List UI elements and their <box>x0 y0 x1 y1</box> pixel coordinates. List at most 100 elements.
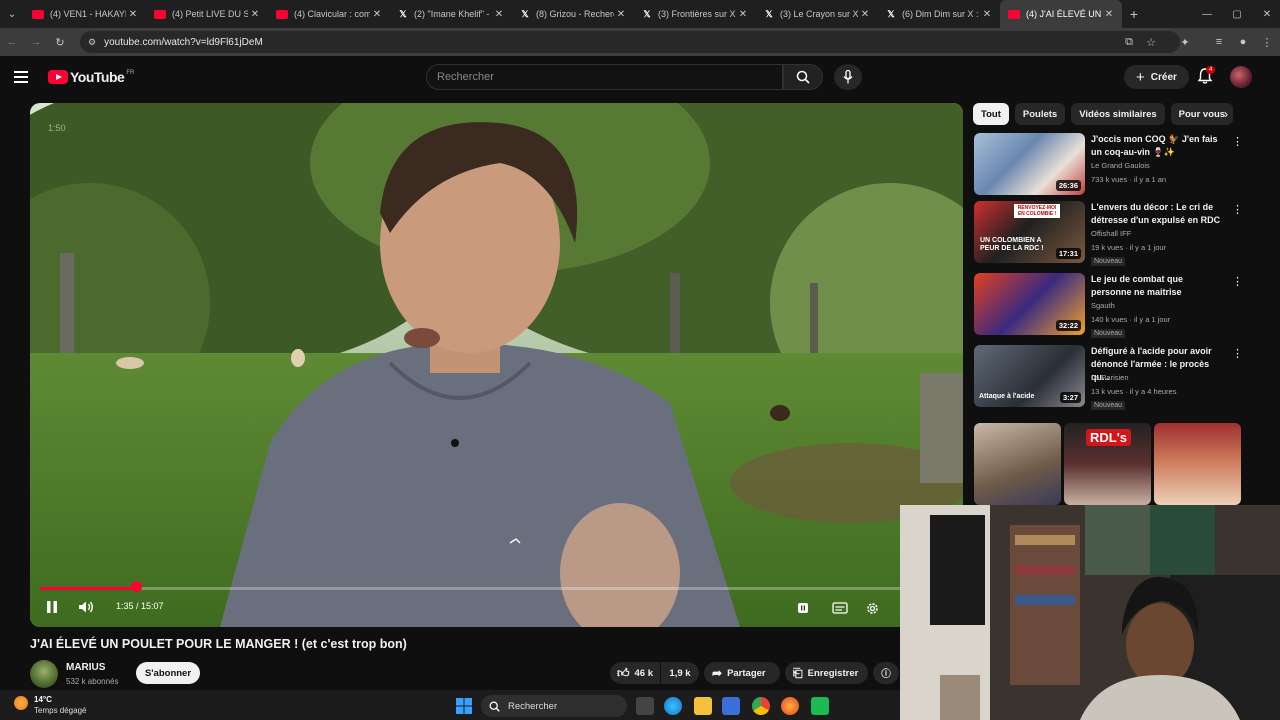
store-icon[interactable] <box>722 697 740 715</box>
video-thumbnail[interactable]: RENVOYEZ-MOI EN COLOMBIE ! UN COLOMBIEN A… <box>974 201 1085 263</box>
recommended-channel[interactable]: Offishall IFF <box>1091 229 1131 238</box>
like-button[interactable]: 👍︎ 46 k <box>610 662 660 684</box>
taskbar-search[interactable]: Rechercher <box>481 695 627 717</box>
browser-tab[interactable]: (4) J'AI ÉLEVÉ UN ✕ <box>1000 0 1122 28</box>
short-thumbnail[interactable] <box>1154 423 1241 505</box>
recommended-title[interactable]: Le jeu de combat que personne ne maitris… <box>1091 273 1223 299</box>
windows-start-icon[interactable] <box>455 697 473 715</box>
video-thumbnail[interactable]: 26:36 <box>974 133 1085 195</box>
channel-subscriber-count: 532 k abonnés <box>66 677 119 686</box>
tab-close-icon[interactable]: ✕ <box>614 9 628 20</box>
install-app-icon[interactable]: ⧉ <box>1118 28 1140 56</box>
media-controls-icon[interactable]: ≡ <box>1208 28 1230 56</box>
short-thumbnail[interactable] <box>974 423 1061 505</box>
extensions-icon[interactable]: ✦ <box>1174 28 1196 56</box>
autoplay-toggle[interactable] <box>794 599 812 617</box>
minimize-button[interactable]: — <box>1192 0 1222 28</box>
browser-tab[interactable]: 𝕏 (2) "Imane Khelif" - Re✕ <box>390 0 512 28</box>
browser-tab[interactable]: 𝕏 (3) Frontières sur X : ✕ <box>634 0 756 28</box>
firefox-icon[interactable] <box>781 697 799 715</box>
more-actions-button[interactable]: ⓘ <box>873 662 899 684</box>
webcam-frame <box>900 505 1280 720</box>
dislike-button[interactable]: 1,9 k <box>661 662 699 684</box>
subtitles-button[interactable] <box>830 599 850 617</box>
weather-sun-icon[interactable] <box>14 696 28 710</box>
recommended-video[interactable]: RENVOYEZ-MOI EN COLOMBIE ! UN COLOMBIEN A… <box>974 201 1244 267</box>
site-info-icon[interactable]: ⚙ <box>88 37 96 48</box>
edge-browser-icon[interactable] <box>664 697 682 715</box>
tab-close-icon[interactable]: ✕ <box>858 9 872 20</box>
browser-tab[interactable]: 𝕏 (8) Grizou - Recherche✕ <box>512 0 634 28</box>
tab-close-icon[interactable]: ✕ <box>492 9 506 20</box>
recommended-video[interactable]: 32:22 Le jeu de combat que personne ne ma… <box>974 273 1244 339</box>
more-options-icon[interactable]: ⋮ <box>1232 275 1243 288</box>
recommended-channel[interactable]: Le Grand Gaulois <box>1091 161 1150 170</box>
create-button[interactable]: + Créer <box>1124 65 1189 89</box>
browser-tab[interactable]: (4) Petit LIVE DU SOIR✕ <box>146 0 268 28</box>
thanks-icon: ⓘ <box>881 669 891 680</box>
file-explorer-icon[interactable] <box>694 697 712 715</box>
filter-chip[interactable]: Tout <box>973 103 1009 125</box>
short-thumbnail[interactable]: RDL's <box>1064 423 1151 505</box>
filter-chip[interactable]: Poulets <box>1014 103 1066 125</box>
address-bar[interactable]: ⚙ youtube.com/watch?v=ld9Fl61jDeM <box>80 31 1180 53</box>
tab-close-icon[interactable]: ✕ <box>980 9 994 20</box>
task-view-icon[interactable] <box>636 697 654 715</box>
profile-icon[interactable]: ● <box>1232 28 1254 56</box>
close-window-button[interactable]: ✕ <box>1252 0 1280 28</box>
forward-button[interactable]: → <box>24 28 48 56</box>
subscribe-button[interactable]: S'abonner <box>136 662 200 684</box>
recommended-video[interactable]: 26:36 J'occis mon COQ 🐓 J'en fais un coq-… <box>974 133 1244 199</box>
channel-name[interactable]: MARIUS <box>66 662 105 673</box>
video-frame <box>30 103 963 627</box>
tab-close-icon[interactable]: ✕ <box>736 9 750 20</box>
tab-search-button[interactable]: ⌄ <box>0 0 24 28</box>
reload-button[interactable]: ↻ <box>48 28 72 56</box>
share-button[interactable]: ➦ Partager <box>704 662 780 684</box>
video-player[interactable]: 1:50 1:35 / 15:07 <box>30 103 963 627</box>
pause-button[interactable] <box>42 597 62 617</box>
volume-button[interactable] <box>76 597 96 617</box>
youtube-logo[interactable]: YouTube FR <box>48 69 134 85</box>
settings-button[interactable] <box>862 598 882 618</box>
like-count: 46 k <box>634 667 654 679</box>
recommended-title[interactable]: L'envers du décor : Le cri de détresse d… <box>1091 201 1223 227</box>
tab-close-icon[interactable]: ✕ <box>370 9 384 20</box>
dislike-count: 1,9 k <box>669 667 691 679</box>
chevron-right-icon[interactable]: › <box>1216 103 1236 125</box>
chrome-icon[interactable] <box>752 697 770 715</box>
recommended-channel[interactable]: Sgauth <box>1091 301 1115 310</box>
scrubber-handle[interactable] <box>130 581 142 592</box>
bookmark-star-icon[interactable]: ☆ <box>1140 28 1162 56</box>
account-avatar[interactable] <box>1230 66 1252 88</box>
browser-tab[interactable]: (4) VEN1 - HAKAYET✕ <box>24 0 146 28</box>
browser-menu-icon[interactable]: ⋮ <box>1256 28 1278 56</box>
browser-tab[interactable]: 𝕏 (6) Dim Dim sur X : "J✕ <box>878 0 1000 28</box>
youtube-favicon-icon <box>276 9 288 19</box>
browser-tab[interactable]: (4) Clavicular : comme✕ <box>268 0 390 28</box>
tab-close-icon[interactable]: ✕ <box>126 9 140 20</box>
search-input[interactable]: Rechercher <box>426 64 783 90</box>
maximize-button[interactable]: ▢ <box>1222 0 1252 28</box>
more-options-icon[interactable]: ⋮ <box>1232 203 1243 216</box>
video-thumbnail[interactable]: 32:22 <box>974 273 1085 335</box>
video-thumbnail[interactable]: Attaque à l'acide 3:27 <box>974 345 1085 407</box>
channel-avatar[interactable] <box>30 660 58 688</box>
tab-close-icon[interactable]: ✕ <box>1102 9 1116 20</box>
media-app-icon[interactable] <box>811 697 829 715</box>
back-button[interactable]: ← <box>0 28 24 56</box>
voice-search-button[interactable] <box>834 64 862 90</box>
filter-chip[interactable]: Vidéos similaires <box>1071 103 1165 125</box>
recommended-channel[interactable]: Le Parisien <box>1091 373 1129 382</box>
browser-tab[interactable]: 𝕏 (3) Le Crayon sur X : ✕ <box>756 0 878 28</box>
search-button[interactable] <box>783 64 823 90</box>
recommended-video[interactable]: Attaque à l'acide 3:27 Défiguré à l'acide … <box>974 345 1244 411</box>
recommended-title[interactable]: J'occis mon COQ 🐓 J'en fais un coq-au-vi… <box>1091 133 1223 159</box>
tab-close-icon[interactable]: ✕ <box>248 9 262 20</box>
new-tab-button[interactable]: + <box>1122 6 1146 22</box>
menu-icon[interactable] <box>14 68 34 86</box>
more-options-icon[interactable]: ⋮ <box>1232 347 1243 360</box>
progress-bar[interactable] <box>40 587 953 590</box>
more-options-icon[interactable]: ⋮ <box>1232 135 1243 148</box>
save-button[interactable]: ⎗ Enregistrer <box>785 662 868 684</box>
